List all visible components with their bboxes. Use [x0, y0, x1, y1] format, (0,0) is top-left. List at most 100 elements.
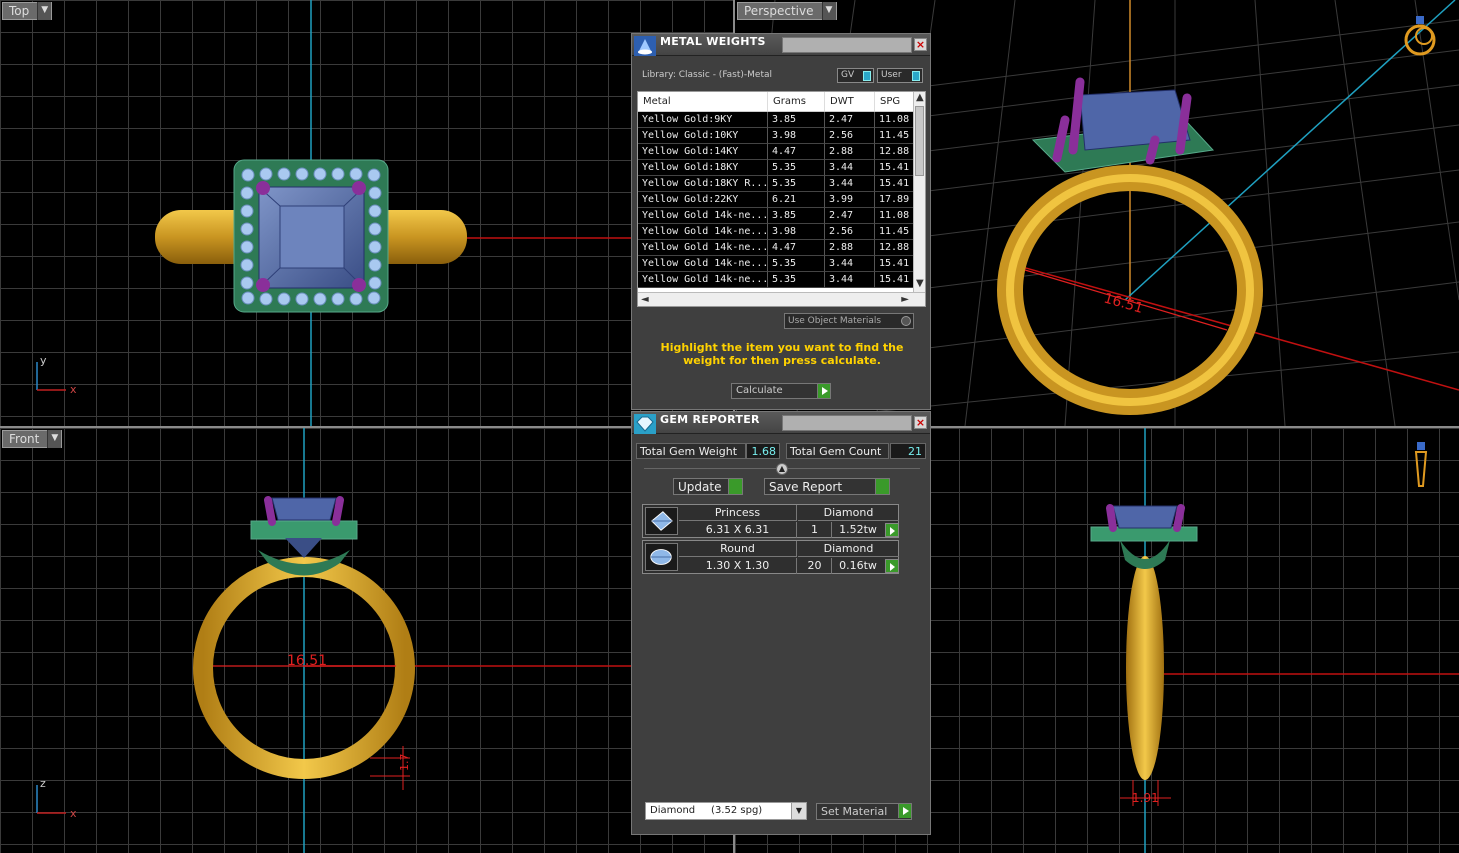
gem-row-round[interactable]: Round Diamond 1.30 X 1.30 20 0.16tw	[642, 540, 899, 574]
viewport-label-perspective[interactable]: Perspective ▼	[737, 2, 837, 20]
gem-row-princess[interactable]: Princess Diamond 6.31 X 6.31 1 1.52tw	[642, 504, 899, 538]
table-row[interactable]: Yellow Gold 14k-ne... 4.47 2.88 12.88	[638, 240, 925, 256]
column-header-spg[interactable]: SPG	[875, 92, 915, 111]
gem-material: Diamond	[798, 541, 899, 557]
collapse-toggle-icon[interactable]: ▲	[776, 463, 788, 475]
gem-size: 1.30 X 1.30	[679, 558, 797, 574]
scroll-down-icon[interactable]: ▼	[916, 278, 924, 290]
chevron-down-icon[interactable]: ▼	[791, 803, 806, 819]
table-row[interactable]: Yellow Gold:18KY 5.35 3.44 15.41	[638, 160, 925, 176]
total-gem-count-label: Total Gem Count	[786, 443, 889, 459]
viewport-top[interactable]: y x Top ▼	[0, 0, 733, 426]
table-row[interactable]: Yellow Gold 14k-ne... 3.98 2.56 11.45	[638, 224, 925, 240]
dimension-diameter: 16.51	[287, 653, 327, 669]
gv-toggle[interactable]: GV	[837, 68, 874, 83]
save-report-button[interactable]: Save Report	[764, 478, 890, 495]
table-row[interactable]: Yellow Gold:9KY 3.85 2.47 11.08	[638, 112, 925, 128]
table-row[interactable]: Yellow Gold:22KY 6.21 3.99 17.89	[638, 192, 925, 208]
table-cell: Yellow Gold 14k-ne...	[638, 224, 768, 240]
table-row[interactable]: Yellow Gold:14KY 4.47 2.88 12.88	[638, 144, 925, 160]
table-cell: 5.35	[768, 176, 825, 192]
gem-shape: Princess	[679, 505, 797, 521]
gem-material: Diamond	[798, 505, 899, 521]
scroll-thumb[interactable]	[915, 106, 924, 176]
gem-weight: 0.16tw	[839, 559, 877, 572]
table-cell: 3.85	[768, 112, 825, 128]
table-cell: 2.88	[825, 240, 875, 256]
select-gem-button[interactable]	[885, 559, 899, 573]
scroll-right-icon[interactable]: ►	[901, 294, 909, 306]
halo-setting	[1090, 526, 1198, 542]
table-row[interactable]: Yellow Gold:10KY 3.98 2.56 11.45	[638, 128, 925, 144]
axis-label-y: y	[40, 354, 47, 367]
scroll-left-icon[interactable]: ◄	[641, 294, 649, 306]
table-cell: 3.44	[825, 272, 875, 288]
table-header: Metal Grams DWT SPG	[638, 92, 925, 112]
user-toggle[interactable]: User	[877, 68, 923, 83]
table-cell: 11.08	[875, 208, 915, 224]
gem-weight: 1.52tw	[839, 523, 877, 536]
axis-label-z: z	[40, 777, 46, 790]
viewport-label-top[interactable]: Top ▼	[2, 2, 53, 20]
gem-reporter-titlebar[interactable]: GEM REPORTER ×	[632, 412, 930, 434]
column-header-grams[interactable]: Grams	[768, 92, 825, 111]
vertical-scrollbar[interactable]: ▲ ▼	[913, 92, 925, 292]
chevron-down-icon[interactable]: ▼	[47, 430, 62, 448]
center-stone	[271, 497, 337, 521]
princess-gem-icon	[645, 507, 678, 535]
center-stone	[1112, 505, 1178, 529]
table-cell: 11.45	[875, 224, 915, 240]
table-row[interactable]: Yellow Gold:18KY R... 5.35 3.44 15.41	[638, 176, 925, 192]
table-cell: Yellow Gold:9KY	[638, 112, 768, 128]
table-cell: Yellow Gold:18KY R...	[638, 176, 768, 192]
view-gizmo-icon[interactable]	[1414, 442, 1428, 487]
table-cell: 2.56	[825, 128, 875, 144]
table-cell: Yellow Gold 14k-ne...	[638, 272, 768, 288]
play-icon	[817, 384, 830, 398]
table-row[interactable]: Yellow Gold 14k-ne... 5.35 3.44 15.41	[638, 272, 925, 288]
scroll-up-icon[interactable]: ▲	[916, 92, 924, 104]
table-row[interactable]: Yellow Gold 14k-ne... 3.85 2.47 11.08	[638, 208, 925, 224]
table-cell: Yellow Gold:10KY	[638, 128, 768, 144]
axis-label-x: x	[70, 807, 77, 820]
close-icon[interactable]: ×	[914, 38, 927, 51]
calculate-button[interactable]: Calculate	[731, 383, 831, 399]
metal-weights-table[interactable]: Metal Grams DWT SPG Yellow Gold:9KY 3.85 2…	[637, 91, 926, 307]
material-select[interactable]: Diamond (3.52 spg) ▼	[645, 802, 807, 820]
set-material-button[interactable]: Set Material	[816, 803, 912, 820]
table-cell: Yellow Gold 14k-ne...	[638, 208, 768, 224]
metal-weights-icon	[634, 36, 656, 56]
total-gem-count-value: 21	[890, 443, 926, 459]
metal-weights-panel: METAL WEIGHTS × Library: Classic - (Fast…	[631, 33, 931, 410]
halo-setting	[250, 520, 358, 540]
use-object-materials-option[interactable]: Use Object Materials	[784, 313, 914, 329]
select-gem-button[interactable]	[885, 523, 899, 537]
radio-icon[interactable]	[901, 316, 911, 326]
dimension-width: 1.91	[1132, 791, 1159, 805]
chevron-down-icon[interactable]: ▼	[37, 2, 52, 20]
column-header-dwt[interactable]: DWT	[825, 92, 875, 111]
table-cell: 6.21	[768, 192, 825, 208]
chevron-down-icon[interactable]: ▼	[821, 2, 836, 20]
table-cell: 3.44	[825, 256, 875, 272]
table-cell: 2.88	[825, 144, 875, 160]
table-cell: 3.99	[825, 192, 875, 208]
top-view-canvas: y x	[36, 0, 733, 426]
column-header-metal[interactable]: Metal	[638, 92, 768, 111]
table-row[interactable]: Yellow Gold 14k-ne... 5.35 3.44 15.41	[638, 256, 925, 272]
close-icon[interactable]: ×	[914, 416, 927, 429]
viewport-front[interactable]: 16.51 1.7 z x Front ▼	[0, 428, 733, 853]
viewport-label-front[interactable]: Front ▼	[2, 430, 63, 448]
gem-reporter-icon	[634, 414, 656, 434]
horizontal-scrollbar[interactable]: ◄ ►	[638, 292, 925, 306]
table-cell: Yellow Gold:18KY	[638, 160, 768, 176]
update-button[interactable]: Update	[673, 478, 743, 495]
round-gem-icon	[645, 543, 678, 571]
ring-band	[1126, 556, 1164, 780]
table-cell: 4.47	[768, 144, 825, 160]
metal-weights-titlebar[interactable]: METAL WEIGHTS ×	[632, 34, 930, 56]
table-cell: 5.35	[768, 160, 825, 176]
center-stone	[1079, 89, 1191, 151]
table-cell: 3.44	[825, 160, 875, 176]
metal-weights-title: METAL WEIGHTS	[660, 35, 766, 48]
